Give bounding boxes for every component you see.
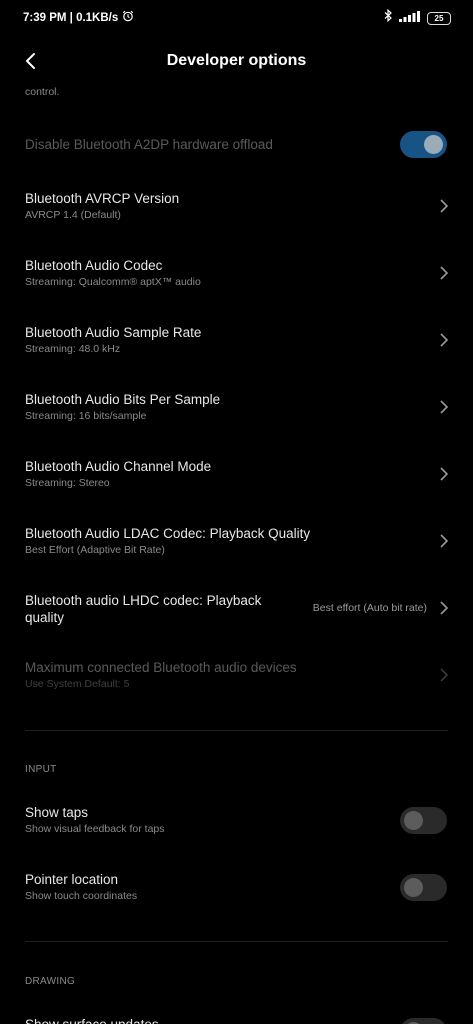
status-bar: 7:39 PM | 0.1KB/s 25	[0, 0, 473, 34]
toggle-knob	[404, 811, 423, 830]
section-divider	[25, 941, 448, 942]
battery-icon: 25	[427, 11, 451, 25]
toggle-switch[interactable]	[400, 1018, 447, 1024]
setting-max-bt-devices: Maximum connected Bluetooth audio device…	[0, 655, 473, 699]
chevron-right-icon	[439, 266, 449, 280]
setting-title: Disable Bluetooth A2DP hardware offload	[25, 137, 273, 152]
status-right: 25	[383, 8, 451, 27]
setting-title: Show surface updates	[25, 1016, 159, 1024]
setting-subtitle: Streaming: Stereo	[25, 477, 110, 489]
setting-pointer-location[interactable]: Pointer location Show touch coordinates	[0, 867, 473, 911]
status-left: 7:39 PM | 0.1KB/s	[23, 10, 134, 25]
chevron-right-icon	[439, 534, 449, 548]
setting-title-line2: quality	[25, 610, 65, 625]
partial-description: control.	[25, 86, 60, 98]
chevron-right-icon	[439, 601, 449, 615]
setting-avrcp-version[interactable]: Bluetooth AVRCP Version AVRCP 1.4 (Defau…	[0, 186, 473, 230]
setting-audio-codec[interactable]: Bluetooth Audio Codec Streaming: Qualcom…	[0, 253, 473, 297]
setting-sample-rate[interactable]: Bluetooth Audio Sample Rate Streaming: 4…	[0, 320, 473, 364]
setting-title: Bluetooth AVRCP Version	[25, 191, 180, 206]
setting-subtitle: Show visual feedback for taps	[25, 823, 165, 835]
section-divider	[25, 730, 448, 731]
setting-ldac-quality[interactable]: Bluetooth Audio LDAC Codec: Playback Qua…	[0, 521, 473, 565]
toggle-knob	[424, 135, 443, 154]
setting-subtitle: Streaming: 16 bits/sample	[25, 410, 147, 422]
page-title: Developer options	[166, 52, 307, 69]
top-app-bar: Developer options	[0, 40, 473, 84]
setting-bits-per-sample[interactable]: Bluetooth Audio Bits Per Sample Streamin…	[0, 387, 473, 431]
setting-title: Bluetooth Audio LDAC Codec: Playback Qua…	[25, 526, 311, 541]
setting-disable-a2dp-offload: Disable Bluetooth A2DP hardware offload	[0, 128, 473, 164]
setting-show-taps[interactable]: Show taps Show visual feedback for taps	[0, 800, 473, 844]
setting-title-line1: Bluetooth audio LHDC codec: Playback	[25, 593, 262, 608]
time-speed: 7:39 PM | 0.1KB/s	[23, 11, 119, 24]
chevron-right-icon	[439, 668, 449, 682]
setting-title: Bluetooth Audio Channel Mode	[25, 459, 212, 474]
toggle-knob	[404, 878, 423, 897]
toggle-switch[interactable]	[400, 874, 447, 901]
setting-subtitle: Show touch coordinates	[25, 890, 138, 902]
toggle-switch[interactable]	[400, 807, 447, 834]
setting-title: Show taps	[25, 805, 89, 820]
setting-title: Bluetooth Audio Sample Rate	[25, 325, 202, 340]
setting-subtitle: Best Effort (Adaptive Bit Rate)	[25, 544, 165, 556]
chevron-right-icon	[439, 199, 449, 213]
setting-channel-mode[interactable]: Bluetooth Audio Channel Mode Streaming: …	[0, 454, 473, 498]
setting-title: Bluetooth Audio Bits Per Sample	[25, 392, 221, 407]
setting-subtitle: Streaming: Qualcomm® aptX™ audio	[25, 276, 201, 288]
chevron-right-icon	[439, 333, 449, 347]
section-header-drawing: DRAWING	[25, 976, 76, 987]
bluetooth-icon	[383, 8, 393, 27]
section-header-input: INPUT	[25, 764, 57, 775]
signal-icon	[399, 9, 421, 27]
chevron-right-icon	[439, 467, 449, 481]
toggle-switch	[400, 131, 447, 158]
setting-value: Best effort (Auto bit rate)	[312, 602, 427, 614]
setting-show-surface-updates[interactable]: Show surface updates	[0, 1012, 473, 1024]
setting-title: Pointer location	[25, 872, 119, 887]
setting-subtitle: Use System Default: 5	[25, 678, 130, 690]
setting-subtitle: AVRCP 1.4 (Default)	[25, 209, 121, 221]
chevron-right-icon	[439, 400, 449, 414]
alarm-icon	[122, 10, 134, 25]
setting-subtitle: Streaming: 48.0 kHz	[25, 343, 121, 355]
setting-lhdc-quality[interactable]: Bluetooth audio LHDC codec: Playback qua…	[0, 588, 473, 632]
setting-title: Maximum connected Bluetooth audio device…	[25, 660, 297, 675]
battery-level: 25	[434, 13, 444, 23]
setting-title: Bluetooth Audio Codec	[25, 258, 163, 273]
